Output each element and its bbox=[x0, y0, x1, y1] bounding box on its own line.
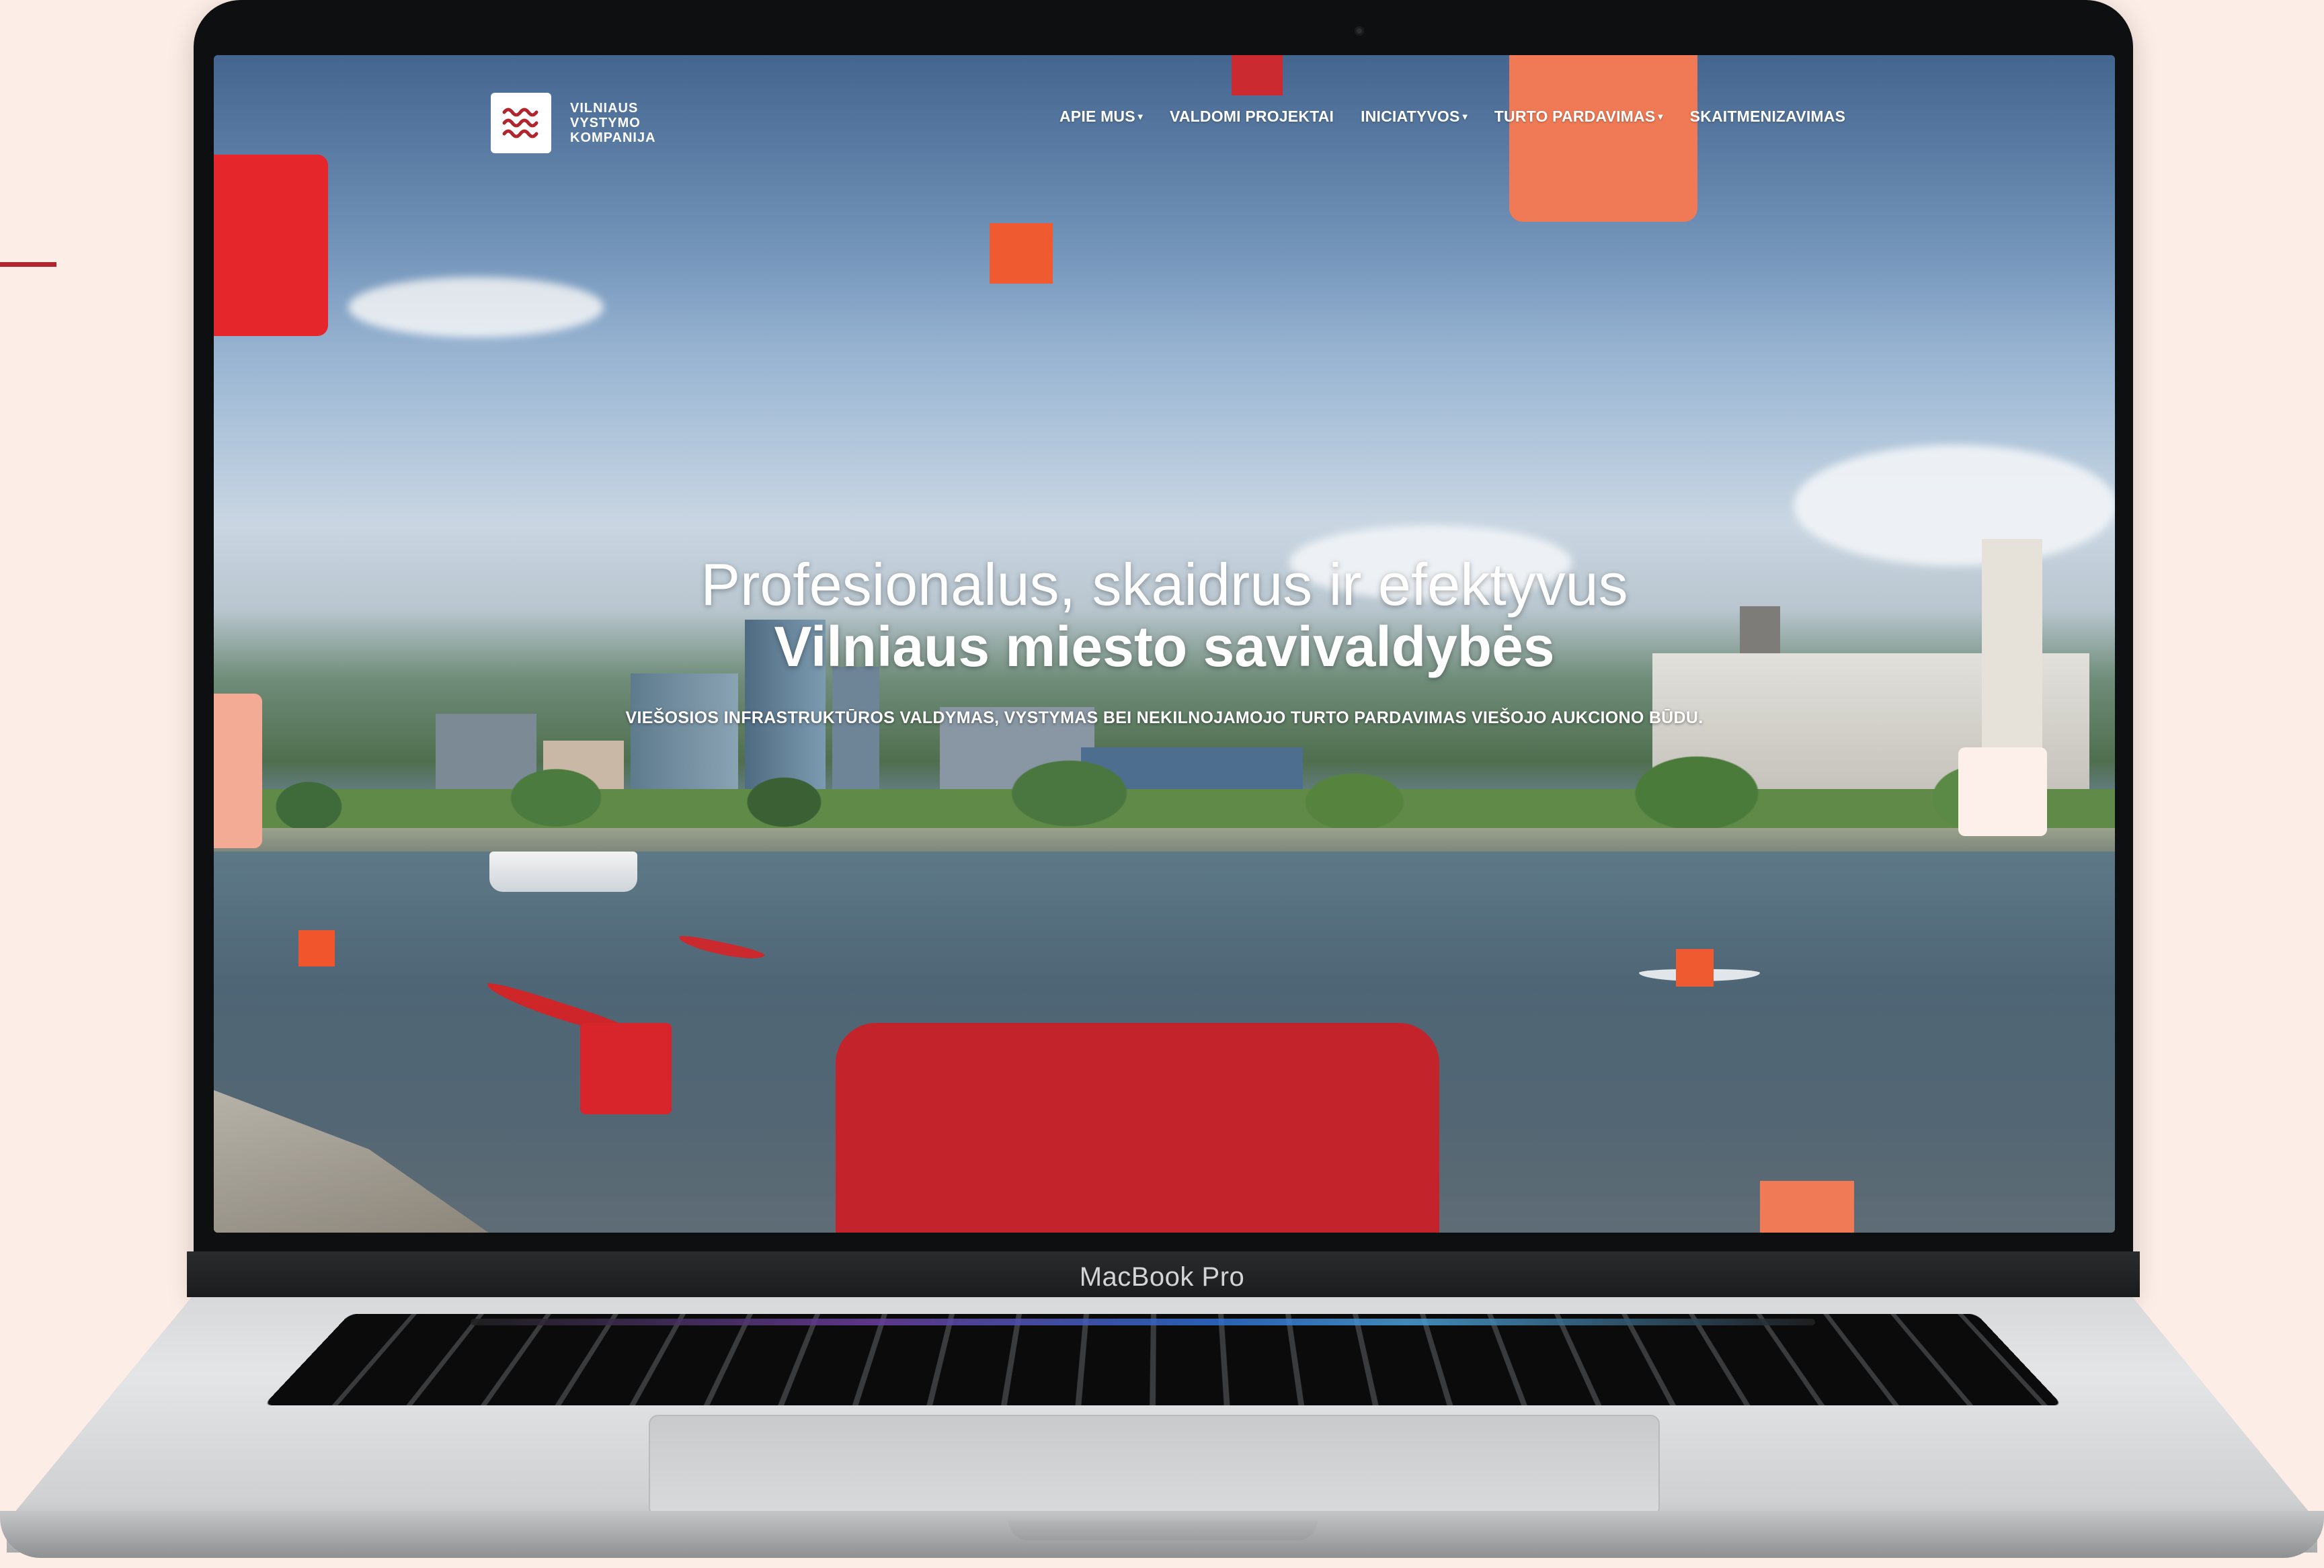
waves-logo-icon bbox=[491, 93, 551, 153]
accent-line bbox=[0, 262, 56, 267]
chevron-down-icon: ▾ bbox=[1463, 111, 1468, 122]
logo-line: KOMPANIJA bbox=[570, 130, 656, 145]
trackpad bbox=[649, 1415, 1660, 1517]
decor-square bbox=[298, 930, 335, 966]
hero-title-line1: Profesionalus, skaidrus ir efektyvus bbox=[214, 552, 2115, 617]
page: VILNIAUS VYSTYMO KOMPANIJA APIE MUS ▾ VA… bbox=[0, 0, 2324, 1568]
decor-square bbox=[1509, 55, 1697, 222]
nav-label: VALDOMI PROJEKTAI bbox=[1170, 108, 1334, 126]
nav-item-turto-pardavimas[interactable]: TURTO PARDAVIMAS ▾ bbox=[1494, 108, 1663, 126]
nav-item-apie-mus[interactable]: APIE MUS ▾ bbox=[1059, 108, 1143, 126]
hero-subtitle: VIEŠOSIOS INFRASTRUKTŪROS VALDYMAS, VYST… bbox=[214, 708, 2115, 728]
nav-label: INICIATYVOS bbox=[1361, 108, 1459, 126]
logo-line: VYSTYMO bbox=[570, 116, 656, 130]
nav-label: APIE MUS bbox=[1059, 108, 1135, 126]
chevron-down-icon: ▾ bbox=[1138, 111, 1143, 122]
decor-square bbox=[1676, 949, 1714, 987]
nav-label: TURTO PARDAVIMAS bbox=[1494, 108, 1656, 126]
decor-panel bbox=[836, 1023, 1439, 1233]
decor-square bbox=[580, 1023, 672, 1114]
lid-notch bbox=[1008, 1520, 1318, 1540]
laptop-screen: VILNIAUS VYSTYMO KOMPANIJA APIE MUS ▾ VA… bbox=[214, 55, 2115, 1233]
logo-wordmark: VILNIAUS VYSTYMO KOMPANIJA bbox=[570, 101, 656, 145]
nav-label: SKAITMENIZAVIMAS bbox=[1690, 108, 1846, 126]
keyboard bbox=[264, 1314, 2062, 1405]
chevron-down-icon: ▾ bbox=[1658, 111, 1662, 122]
logo-line: VILNIAUS bbox=[570, 101, 656, 116]
nav-item-iniciatyvos[interactable]: INICIATYVOS ▾ bbox=[1361, 108, 1468, 126]
decor-square bbox=[1232, 55, 1283, 95]
decor-square bbox=[990, 223, 1053, 284]
decor-square bbox=[214, 155, 328, 336]
touch-bar bbox=[471, 1319, 1815, 1325]
device-label: MacBook Pro bbox=[0, 1262, 2324, 1292]
site-logo[interactable]: VILNIAUS VYSTYMO KOMPANIJA bbox=[491, 93, 656, 153]
main-nav: APIE MUS ▾ VALDOMI PROJEKTAI INICIATYVOS… bbox=[1059, 108, 1845, 126]
decor-square bbox=[1760, 1181, 1854, 1233]
hero-title-line2: Vilniaus miesto savivaldybės bbox=[214, 617, 2115, 676]
nav-item-valdomi-projektai[interactable]: VALDOMI PROJEKTAI bbox=[1170, 108, 1334, 126]
hero: Profesionalus, skaidrus ir efektyvus Vil… bbox=[214, 552, 2115, 728]
nav-item-skaitmenizavimas[interactable]: SKAITMENIZAVIMAS bbox=[1690, 108, 1846, 126]
decor-square bbox=[1958, 747, 2047, 836]
camera-icon bbox=[1355, 26, 1364, 36]
